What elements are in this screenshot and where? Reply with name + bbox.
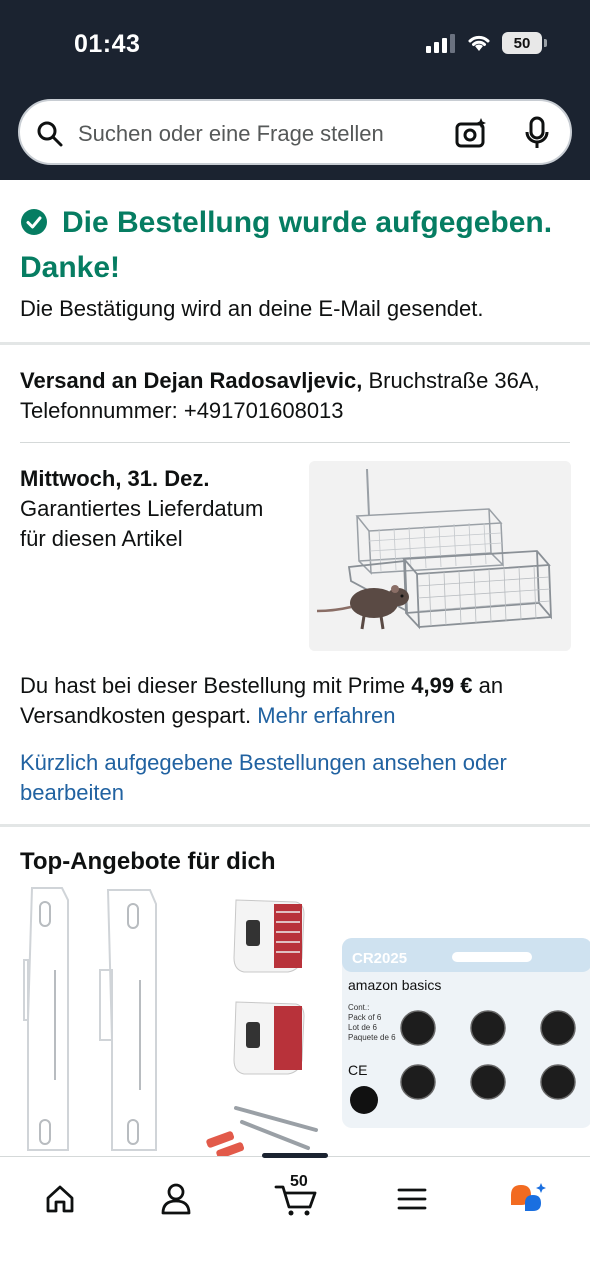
nav-assistant[interactable]	[498, 1177, 558, 1221]
svg-text:Cont.:: Cont.:	[348, 1003, 369, 1012]
delivery-guarantee-note: Garantiertes Lieferdatum für diesen Arti…	[20, 496, 264, 551]
learn-more-link[interactable]: Mehr erfahren	[257, 703, 395, 728]
battery-pack-image: CR2025 amazon basics Cont.: Pack of 6 Lo…	[342, 938, 590, 1128]
svg-text:CE: CE	[348, 1062, 367, 1078]
rufus-assistant-icon[interactable]	[507, 1181, 549, 1217]
delivery-date: Mittwoch, 31. Dez.	[20, 466, 210, 491]
user-icon[interactable]	[160, 1182, 192, 1216]
home-icon[interactable]	[44, 1183, 76, 1215]
deals-title: Top-Angebote für dich	[20, 848, 276, 875]
search-input[interactable]: Suchen oder eine Frage stellen	[78, 121, 384, 147]
nav-active-indicator	[262, 1153, 328, 1158]
section-divider	[0, 824, 590, 827]
wall-bracket-image	[23, 887, 157, 1151]
prime-savings: Du hast bei dieser Bestellung mit Prime …	[20, 671, 570, 731]
email-confirmation-note: Die Bestätigung wird an deine E-Mail ges…	[20, 296, 484, 321]
rat-trap-illustration	[309, 461, 571, 651]
search-bar[interactable]: Suchen oder eine Frage stellen	[18, 99, 572, 165]
prime-savings-amount: 4,99 €	[411, 673, 473, 698]
nav-home[interactable]	[30, 1177, 90, 1221]
product-image[interactable]	[309, 461, 571, 651]
camera-search-icon[interactable]	[454, 116, 488, 150]
deal-item[interactable]	[0, 880, 196, 1160]
status-time: 01:43	[74, 30, 141, 58]
recent-orders-link[interactable]: Kürzlich aufgegebene Bestellungen ansehe…	[20, 748, 570, 808]
status-icons: 50	[426, 32, 547, 54]
bottom-nav: 50	[0, 1153, 590, 1280]
battery-brand-label: CR2025	[352, 950, 407, 967]
success-title: Die Bestellung wurde aufgegeben. Danke!	[20, 206, 553, 284]
svg-text:Pack of 6: Pack of 6	[348, 1013, 382, 1022]
svg-text:Paquete de 6: Paquete de 6	[348, 1033, 396, 1042]
shipping-recipient: Versand an Dejan Radosavljevic,	[20, 368, 363, 393]
nav-menu[interactable]	[382, 1177, 442, 1221]
section-divider	[0, 342, 590, 345]
menu-icon[interactable]	[397, 1187, 427, 1211]
cart-count-badge: 50	[290, 1173, 308, 1190]
smoke-detector-image	[206, 899, 318, 1159]
wifi-icon	[468, 35, 490, 51]
prime-text-before: Du hast bei dieser Bestellung mit Prime	[20, 673, 412, 698]
delivery-info: Mittwoch, 31. Dez. Garantiertes Lieferda…	[20, 464, 290, 554]
header: 01:43 50 Suchen oder eine Frage stellen	[0, 0, 590, 180]
shipping-address: Versand an Dejan Radosavljevic, Bruchstr…	[20, 366, 560, 426]
deal-item[interactable]	[196, 880, 336, 1160]
divider	[20, 442, 570, 443]
signal-icon	[426, 34, 455, 53]
microphone-icon[interactable]	[524, 116, 550, 150]
search-icon[interactable]	[36, 120, 64, 148]
nav-account[interactable]	[146, 1177, 206, 1221]
battery-indicator: 50	[502, 32, 547, 54]
amazon-basics-logo: amazon basics	[348, 977, 441, 993]
deal-item[interactable]: CR2025 amazon basics Cont.: Pack of 6 Lo…	[340, 930, 590, 1130]
svg-text:Lot de 6: Lot de 6	[348, 1023, 377, 1032]
